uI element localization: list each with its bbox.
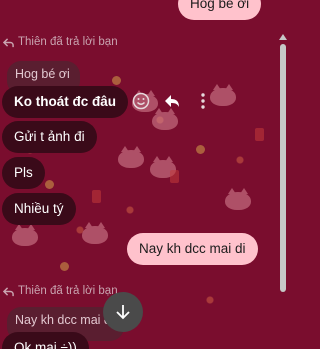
quoted-message-text: Hog bé ơi [15,67,70,81]
scroll-up-arrow-icon[interactable] [279,34,287,40]
outgoing-message-bubble[interactable]: Nay kh dcc mai di [127,233,258,265]
reply-indicator: Thiên đã trả lời bạn [3,36,118,48]
outgoing-message-bubble[interactable]: Hog bé ơi [178,0,262,20]
cat-wallpaper-icon [82,222,108,244]
cat-wallpaper-icon [150,156,176,178]
message-text: Ok mai ÷)) [14,340,77,349]
incoming-message-bubble[interactable]: Gửi t ảnh đi [2,121,97,153]
quoted-message-text: Nay kh dcc mai di [15,313,114,327]
chat-thread[interactable]: Hog bé ơi Thiên đã trả lời bạn Hog bé ơi… [0,0,290,349]
more-options-button[interactable] [192,90,214,112]
arrow-down-icon [116,305,130,320]
cat-wallpaper-icon [12,224,38,246]
coin-wallpaper-icon [112,76,121,85]
reply-indicator-text: Thiên đã trả lời bạn [18,285,118,297]
coin-wallpaper-icon [196,145,205,154]
scrollbar[interactable] [279,34,287,349]
cat-wallpaper-icon [118,146,144,168]
smiley-icon [132,92,150,110]
message-text: Nay kh dcc mai di [139,241,246,256]
incoming-message-bubble[interactable]: Ko thoát đc đâu [2,86,128,118]
reply-arrow-icon [3,286,14,296]
reply-button[interactable] [161,90,183,112]
envelope-wallpaper-icon [255,128,264,141]
envelope-wallpaper-icon [170,170,179,183]
reply-indicator: Thiên đã trả lời bạn [3,285,118,297]
message-actions [130,90,214,112]
reply-arrow-icon [3,37,14,47]
message-text: Ko thoát đc đâu [14,94,116,109]
scroll-to-bottom-button[interactable] [103,292,143,332]
message-text: Hog bé ơi [190,0,250,11]
reply-indicator-text: Thiên đã trả lời bạn [18,36,118,48]
vertical-ellipsis-icon [201,93,205,109]
incoming-message-bubble[interactable]: Nhiều tý [2,193,76,225]
incoming-message-bubble[interactable]: Pls [2,157,45,189]
scrollbar-thumb[interactable] [280,44,286,292]
coin-wallpaper-icon [45,180,54,189]
envelope-wallpaper-icon [92,190,101,203]
react-button[interactable] [130,90,152,112]
message-text: Nhiều tý [14,201,64,216]
cat-wallpaper-icon [152,108,178,130]
cat-wallpaper-icon [225,188,251,210]
message-text: Gửi t ảnh đi [14,129,85,144]
incoming-message-bubble[interactable]: Ok mai ÷)) [2,332,89,349]
coin-wallpaper-icon [60,262,69,271]
message-text: Pls [14,165,33,180]
reply-arrow-icon [165,95,179,107]
